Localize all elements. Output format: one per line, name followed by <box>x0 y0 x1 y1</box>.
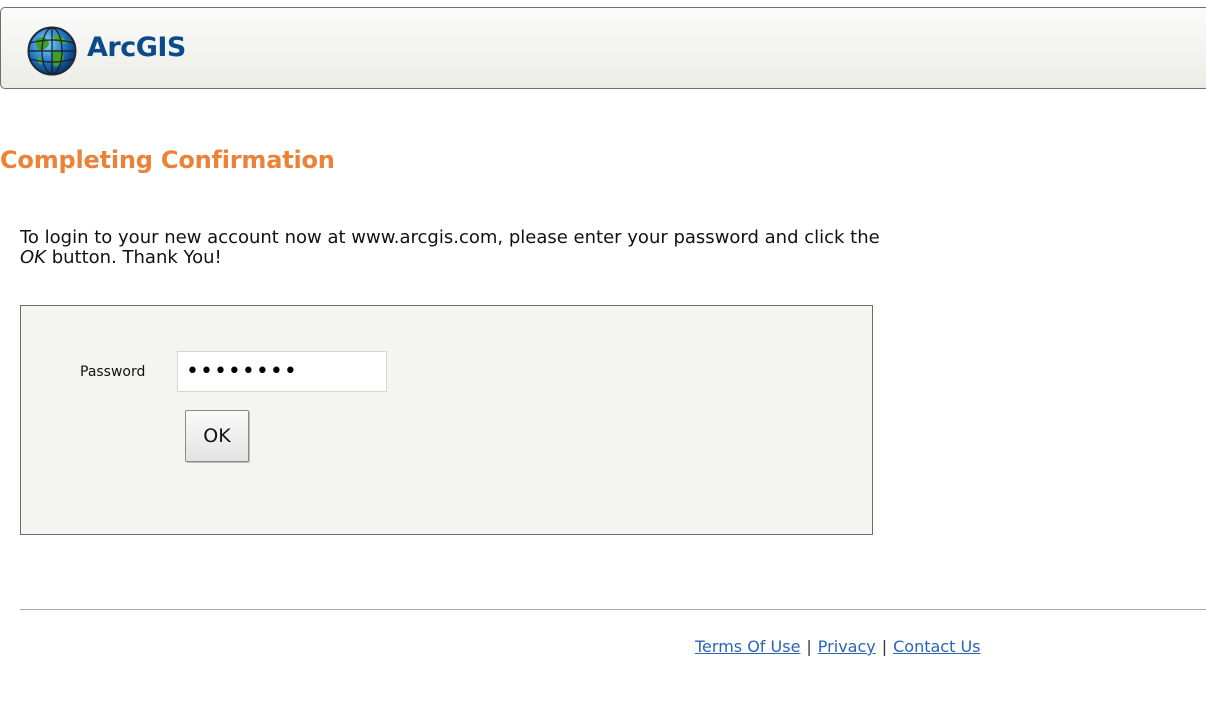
password-field[interactable] <box>177 351 387 392</box>
ok-emphasis: OK <box>20 247 46 268</box>
login-form-box: Password OK <box>20 305 873 535</box>
terms-of-use-link[interactable]: Terms Of Use <box>695 637 800 656</box>
instructions-text: To login to your new account now at www.… <box>20 228 890 268</box>
privacy-link[interactable]: Privacy <box>818 637 876 656</box>
footer-divider <box>20 609 1206 610</box>
globe-icon <box>27 26 77 76</box>
site-header: ArcGIS <box>0 7 1206 89</box>
password-label: Password <box>80 364 146 380</box>
ok-button[interactable]: OK <box>185 410 249 462</box>
page-title: Completing Confirmation <box>0 146 335 174</box>
instructions-part-1: To login to your new account now at www.… <box>20 227 880 248</box>
footer-links: Terms Of Use | Privacy | Contact Us <box>695 637 981 656</box>
instructions-part-2: button. Thank You! <box>45 247 222 268</box>
footer-separator: | <box>806 637 812 656</box>
logo-text: ArcGIS <box>87 32 186 63</box>
footer-separator: | <box>881 637 888 656</box>
contact-us-link[interactable]: Contact Us <box>893 637 980 656</box>
